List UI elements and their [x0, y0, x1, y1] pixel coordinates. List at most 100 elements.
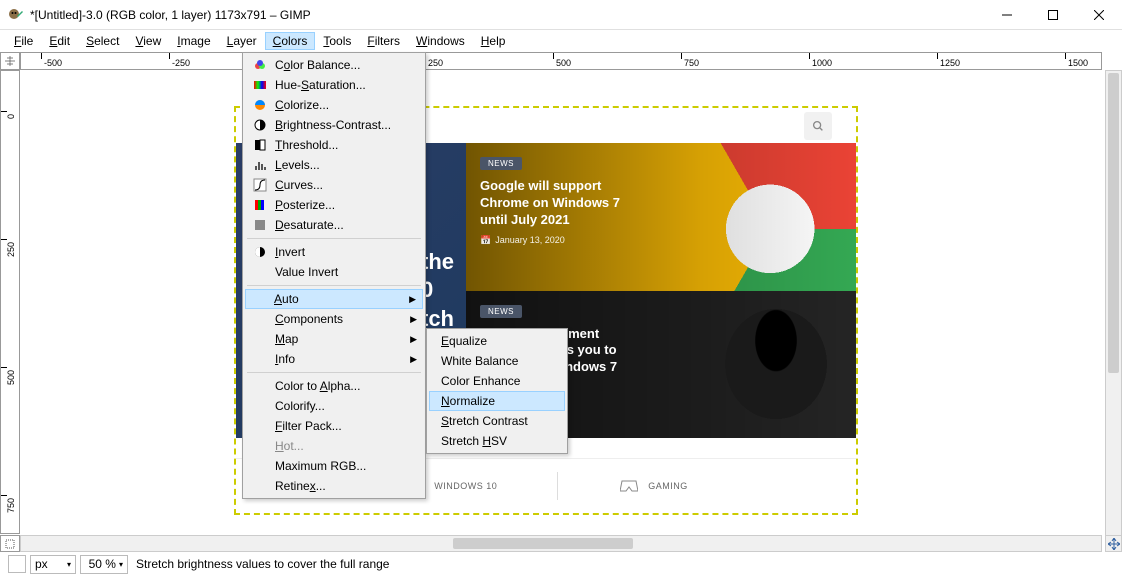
- news-date: 📅 January 13, 2020: [480, 235, 842, 246]
- colorize-icon: [249, 97, 271, 113]
- canvas-viewport[interactable]: the 0 tch ws 10 NEWS Google will support…: [20, 70, 1102, 534]
- navigation-corner[interactable]: [1105, 535, 1122, 552]
- menu-item-colorize[interactable]: Colorize...: [245, 95, 423, 115]
- menu-item-map[interactable]: Map▶: [245, 329, 423, 349]
- menu-item-label: Auto: [274, 292, 299, 306]
- submenu-item-stretch-hsv[interactable]: Stretch HSV: [429, 431, 565, 451]
- dropdown-arrow-icon: ▾: [67, 560, 71, 569]
- bright-contrast-icon: [249, 117, 271, 133]
- window-controls: [984, 0, 1122, 29]
- menu-bar: FileEditSelectViewImageLayerColorsToolsF…: [0, 30, 1122, 52]
- menu-item-label: Hot...: [275, 439, 304, 453]
- vertical-scrollbar[interactable]: [1105, 70, 1122, 552]
- ruler-tick: 250: [1, 239, 7, 257]
- footer-link-gaming: GAMING: [618, 477, 688, 495]
- blank-icon: [249, 478, 271, 494]
- scrollbar-thumb[interactable]: [453, 538, 633, 549]
- colors-menu-dropdown: Color Balance... Hue-Saturation... Coloriz…: [242, 52, 426, 499]
- submenu-arrow-icon: ▶: [410, 354, 417, 365]
- menu-item-label: Color Balance...: [275, 58, 360, 72]
- maximize-button[interactable]: [1030, 0, 1076, 30]
- horizontal-scrollbar[interactable]: [20, 535, 1102, 552]
- dropdown-arrow-icon: ▾: [119, 560, 123, 569]
- submenu-item-white-balance[interactable]: White Balance: [429, 351, 565, 371]
- menu-filters[interactable]: Filters: [359, 32, 408, 50]
- menu-item-value-invert[interactable]: Value Invert: [245, 262, 423, 282]
- footer-separator: [557, 472, 558, 500]
- menu-item-label: Colorize...: [275, 98, 329, 112]
- search-icon: [804, 112, 832, 140]
- blank-icon: [249, 418, 271, 434]
- menu-select[interactable]: Select: [78, 32, 127, 50]
- scrollbar-thumb[interactable]: [1108, 73, 1119, 373]
- menu-item-desaturate[interactable]: Desaturate...: [245, 215, 423, 235]
- submenu-arrow-icon: ▶: [410, 314, 417, 325]
- cancel-box[interactable]: [8, 555, 26, 573]
- menu-item-auto[interactable]: Auto ▶: [245, 289, 423, 309]
- submenu-item-normalize[interactable]: Normalize: [429, 391, 565, 411]
- menu-item-components[interactable]: Components▶: [245, 309, 423, 329]
- menu-help[interactable]: Help: [473, 32, 514, 50]
- blank-icon: [249, 398, 271, 414]
- gaming-icon: [618, 477, 640, 495]
- blank-icon: [249, 331, 271, 347]
- hue-sat-icon: [249, 77, 271, 93]
- menu-item-color-to-alpha[interactable]: Color to Alpha...: [245, 376, 423, 396]
- calendar-icon: 📅: [480, 235, 491, 246]
- menu-item-label: Color to Alpha...: [275, 379, 360, 393]
- zoom-selector[interactable]: 50 % ▾: [80, 555, 128, 574]
- menu-image[interactable]: Image: [169, 32, 218, 50]
- submenu-arrow-icon: ▶: [409, 294, 416, 305]
- menu-colors[interactable]: Colors: [265, 32, 316, 50]
- menu-item-label: Colorify...: [275, 399, 325, 413]
- submenu-item-stretch-contrast[interactable]: Stretch Contrast: [429, 411, 565, 431]
- menu-edit[interactable]: Edit: [41, 32, 78, 50]
- menu-item-filter-pack[interactable]: Filter Pack...: [245, 416, 423, 436]
- posterize-icon: [249, 197, 271, 213]
- quick-mask-toggle[interactable]: [0, 535, 20, 552]
- menu-item-levels[interactable]: Levels...: [245, 155, 423, 175]
- menu-item-color-balance[interactable]: Color Balance...: [245, 55, 423, 75]
- horizontal-ruler[interactable]: -500-2500250500750100012501500: [20, 52, 1102, 70]
- menu-item-threshold[interactable]: Threshold...: [245, 135, 423, 155]
- status-message: Stretch brightness values to cover the f…: [132, 557, 389, 571]
- menu-file[interactable]: File: [6, 32, 41, 50]
- menu-layer[interactable]: Layer: [219, 32, 265, 50]
- menu-windows[interactable]: Windows: [408, 32, 473, 50]
- app-icon: [8, 7, 24, 23]
- ruler-tick: 250: [425, 53, 443, 59]
- menu-item-label: Hue-Saturation...: [275, 78, 366, 92]
- news-title: Google will support Chrome on Windows 7 …: [480, 178, 620, 229]
- menu-item-curves[interactable]: Curves...: [245, 175, 423, 195]
- menu-item-label: Levels...: [275, 158, 320, 172]
- menu-item-colorify[interactable]: Colorify...: [245, 396, 423, 416]
- menu-item-retinex[interactable]: Retinex...: [245, 476, 423, 496]
- vertical-ruler[interactable]: 0250500750: [0, 70, 20, 534]
- ruler-tick: 500: [553, 53, 571, 59]
- close-button[interactable]: [1076, 0, 1122, 30]
- menu-item-label: Posterize...: [275, 198, 335, 212]
- menu-view[interactable]: View: [127, 32, 169, 50]
- menu-tools[interactable]: Tools: [315, 32, 359, 50]
- ruler-origin-corner[interactable]: [0, 52, 20, 70]
- news-badge: NEWS: [480, 305, 522, 318]
- menu-item-posterize[interactable]: Posterize...: [245, 195, 423, 215]
- menu-item-info[interactable]: Info▶: [245, 349, 423, 369]
- desaturate-icon: [249, 217, 271, 233]
- curves-icon: [249, 177, 271, 193]
- menu-item-maximum-rgb[interactable]: Maximum RGB...: [245, 456, 423, 476]
- minimize-button[interactable]: [984, 0, 1030, 30]
- blank-icon: [249, 438, 271, 454]
- menu-item-invert[interactable]: Invert: [245, 242, 423, 262]
- submenu-item-color-enhance[interactable]: Color Enhance: [429, 371, 565, 391]
- menu-item-label: Color Enhance: [441, 374, 520, 388]
- unit-selector[interactable]: px ▾: [30, 555, 76, 574]
- menu-item-brightness-contrast[interactable]: Brightness-Contrast...: [245, 115, 423, 135]
- menu-separator: [247, 238, 421, 239]
- levels-icon: [249, 157, 271, 173]
- submenu-item-equalize[interactable]: Equalize: [429, 331, 565, 351]
- menu-item-hue-saturation[interactable]: Hue-Saturation...: [245, 75, 423, 95]
- menu-item-label: Stretch HSV: [441, 434, 507, 448]
- menu-item-label: Equalize: [441, 334, 487, 348]
- menu-item-label: Value Invert: [275, 265, 338, 279]
